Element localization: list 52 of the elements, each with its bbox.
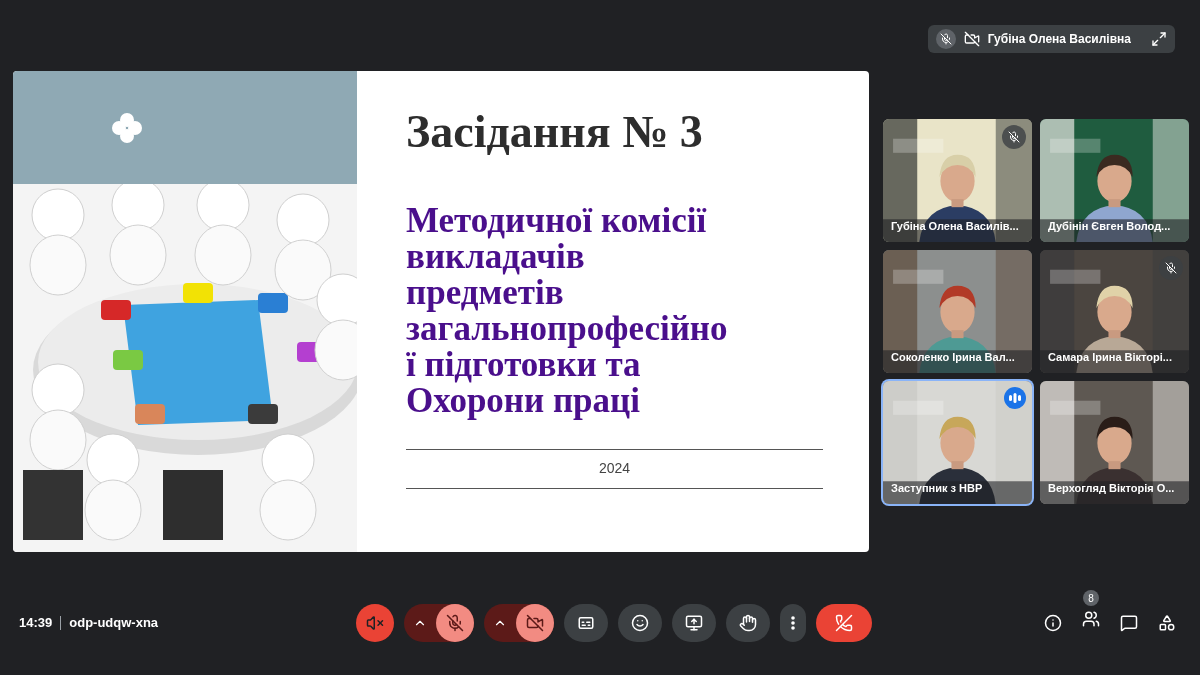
shapes-icon <box>1158 613 1176 632</box>
microphone-off-icon <box>446 613 464 632</box>
video-tile[interactable]: Дубінін Євген Волод... <box>1040 119 1189 242</box>
video-tile[interactable]: Заступник з НВР <box>883 381 1032 504</box>
video-tile[interactable]: Самара Ірина Вікторі... <box>1040 250 1189 373</box>
meeting-code: odp-udqw-xna <box>69 613 159 632</box>
slide-year: 2024 <box>598 459 631 478</box>
slide-subtitle: Методичної комісії викладачів предметів загальнопрофесійно ї підготовки та Охорони праці <box>406 202 729 419</box>
more-button[interactable] <box>780 603 806 642</box>
raise-hand-button[interactable] <box>726 603 770 642</box>
participant-name: Самара Ірина Вікторі... <box>1048 349 1172 365</box>
slide-title: Засідання № 3 <box>406 105 704 159</box>
participant-name: Дубінін Євген Волод... <box>1048 218 1171 234</box>
camera-off-icon <box>526 613 544 632</box>
expand-icon <box>1151 31 1167 47</box>
smiley-icon <box>631 613 649 632</box>
participant-name: Соколенко Ірина Вал... <box>891 349 1015 365</box>
audio-level-icon <box>1009 393 1021 403</box>
participant-name: Губіна Олена Василів... <box>891 218 1019 234</box>
people-icon <box>1082 610 1100 628</box>
present-button[interactable] <box>672 603 716 642</box>
participant-name: Верхогляд Вікторія О... <box>1048 480 1175 496</box>
emoji-button[interactable] <box>618 603 662 642</box>
chat-button[interactable] <box>1120 613 1138 632</box>
participant-count-badge: 8 <box>1083 590 1099 606</box>
video-tile[interactable]: Соколенко Ірина Вал... <box>883 250 1032 373</box>
microphone-off-icon <box>1165 262 1177 274</box>
info-button[interactable] <box>1044 613 1062 632</box>
speaker-off-icon <box>366 613 384 632</box>
hang-up-icon <box>835 613 853 632</box>
participant-name: Губіна Олена Василівна <box>987 31 1131 48</box>
camera-off-icon <box>963 31 980 47</box>
speaker-button[interactable] <box>356 603 394 642</box>
camera-button[interactable] <box>516 603 554 642</box>
activities-button[interactable] <box>1158 613 1176 632</box>
hand-icon <box>739 613 757 632</box>
present-screen-icon <box>685 613 703 632</box>
microphone-button[interactable] <box>436 603 474 642</box>
participant-name: Заступник з НВР <box>891 480 983 496</box>
people-button[interactable] <box>1082 610 1100 628</box>
meeting-time: 14:39 <box>19 613 53 632</box>
info-icon <box>1044 613 1062 632</box>
more-icon <box>791 615 795 630</box>
microphone-off-icon <box>1008 131 1020 143</box>
captions-button[interactable] <box>564 603 608 642</box>
expand-button[interactable] <box>1151 31 1167 47</box>
microphone-off-icon <box>939 33 952 45</box>
video-tile[interactable]: Губіна Олена Василів... <box>883 119 1032 242</box>
clover-icon <box>111 111 143 144</box>
video-tile[interactable]: Верхогляд Вікторія О... <box>1040 381 1189 504</box>
leave-call-button[interactable] <box>816 603 872 642</box>
chat-icon <box>1120 613 1138 632</box>
